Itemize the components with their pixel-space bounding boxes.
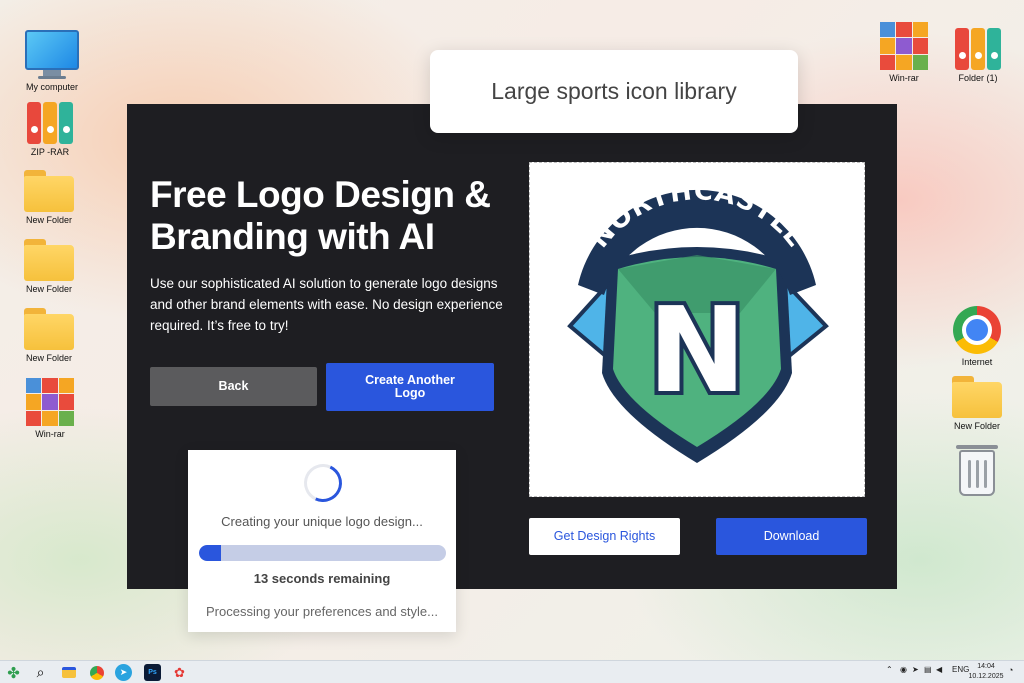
desktop-icon-label: Win-rar xyxy=(35,429,65,439)
desktop-icon-new-folder-2[interactable]: New Folder xyxy=(17,239,81,294)
desktop-icon-internet[interactable]: Internet xyxy=(945,306,1009,367)
desktop-icon-label: Folder (1) xyxy=(958,73,998,83)
clock[interactable]: 14:04 10.12.2025 xyxy=(966,662,1006,682)
start-icon[interactable]: ✤ xyxy=(5,664,22,682)
feature-callout: Large sports icon library xyxy=(430,50,798,133)
desktop-icon-new-folder-1[interactable]: New Folder xyxy=(17,170,81,225)
desktop-icon-win-rar-right[interactable]: Win-rar xyxy=(872,22,936,83)
desktop-icon-label: ZIP -RAR xyxy=(30,147,70,157)
folder-icon xyxy=(952,376,1002,418)
photoshop-icon[interactable]: Ps xyxy=(144,664,161,681)
desktop-icon-folder-1[interactable]: Folder (1) xyxy=(946,28,1010,83)
download-button[interactable]: Download xyxy=(716,518,867,555)
logo-letter: N xyxy=(648,281,747,419)
notifications-icon[interactable]: ◔ xyxy=(1008,665,1013,675)
back-button[interactable]: Back xyxy=(150,367,317,406)
progress-card: Creating your unique logo design... 13 s… xyxy=(188,450,456,632)
folder-icon xyxy=(24,239,74,281)
create-another-logo-button[interactable]: Create Another Logo xyxy=(326,363,494,411)
desktop-icon-new-folder-right[interactable]: New Folder xyxy=(945,376,1009,431)
taskbar: ✤ ⌕ ➤ Ps ✿ ⌃ ◉ ➤ ▤ ◀ ENG 14:04 10.12.202… xyxy=(0,660,1024,683)
binders-icon xyxy=(955,28,1001,70)
desktop-icon-label: My computer xyxy=(25,82,78,92)
tray-telegram-icon[interactable]: ➤ xyxy=(912,665,919,674)
winrar-icon xyxy=(26,378,74,426)
get-design-rights-button[interactable]: Get Design Rights xyxy=(529,518,680,555)
desktop-icon-my-computer[interactable]: My computer xyxy=(20,30,84,92)
progress-bar-fill xyxy=(199,545,222,561)
northcastle-logo: NORTHCASTLE N xyxy=(567,176,829,463)
winrar-icon xyxy=(880,22,928,70)
progress-message: Creating your unique logo design... xyxy=(221,514,423,529)
desktop-icon-label: New Folder xyxy=(25,284,72,294)
chrome-taskbar-icon[interactable] xyxy=(88,664,105,681)
time-remaining: 13 seconds remaining xyxy=(253,571,391,586)
desktop-icon-zip-rar[interactable]: ZIP -RAR xyxy=(18,102,82,157)
desktop-icon-new-folder-3[interactable]: New Folder xyxy=(17,308,81,363)
desktop-icon-win-rar[interactable]: Win-rar xyxy=(18,378,82,439)
headline: Free Logo Design & Branding with AI xyxy=(150,174,491,257)
folder-icon xyxy=(24,170,74,212)
progress-footer: Processing your preferences and style... xyxy=(206,604,438,619)
chrome-icon xyxy=(953,306,1001,354)
recycle-bin-icon xyxy=(956,445,998,496)
search-icon[interactable]: ⌕ xyxy=(32,664,49,681)
desktop-icon-label: Win-rar xyxy=(889,73,919,83)
tray-network-icon[interactable]: ◉ xyxy=(900,665,907,674)
logo-preview: NORTHCASTLE N xyxy=(529,162,865,497)
clock-date: 10.12.2025 xyxy=(968,673,1004,680)
monitor-icon xyxy=(25,30,79,79)
desktop-icon-label: New Folder xyxy=(25,353,72,363)
telegram-icon[interactable]: ➤ xyxy=(115,664,132,681)
binders-icon xyxy=(27,102,73,144)
clock-time: 14:04 xyxy=(977,663,995,670)
file-explorer-icon[interactable] xyxy=(60,664,77,681)
description: Use our sophisticated AI solution to gen… xyxy=(150,276,503,333)
desktop-icon-label: New Folder xyxy=(25,215,72,225)
desktop-icon-label: New Folder xyxy=(953,421,1000,431)
tray-chevron-icon[interactable]: ⌃ xyxy=(886,665,893,674)
tray-wifi-icon[interactable]: ▤ xyxy=(924,665,932,674)
progress-bar xyxy=(199,545,446,561)
desktop-icon-label: Internet xyxy=(961,357,993,367)
loading-spinner-icon xyxy=(298,458,348,508)
folder-icon xyxy=(24,308,74,350)
app-icon[interactable]: ✿ xyxy=(171,664,188,681)
tray-volume-icon[interactable]: ◀ xyxy=(936,665,942,674)
desktop-icon-recycle-bin[interactable] xyxy=(945,445,1009,496)
